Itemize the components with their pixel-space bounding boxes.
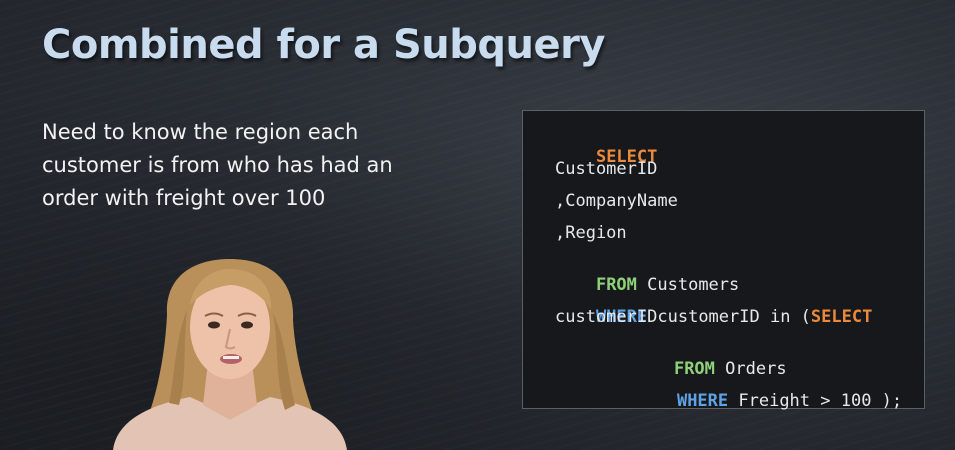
code-text: customerID in ( xyxy=(647,307,811,327)
sql-code-block: SELECT CustomerID ,CompanyName ,Region F… xyxy=(522,110,925,411)
slide-body-text: Need to know the region each customer is… xyxy=(42,120,393,210)
code-line-where-freight: WHERE Freight > 100 ); xyxy=(636,371,902,431)
code-line-companyname: ,CompanyName xyxy=(555,191,678,211)
code-line-customerid: CustomerID xyxy=(555,159,658,179)
keyword-select: SELECT xyxy=(810,307,873,327)
code-text: Freight > 100 ); xyxy=(728,391,903,411)
keyword-where: WHERE xyxy=(676,391,729,411)
presenter-video xyxy=(113,259,347,450)
code-line-region: ,Region xyxy=(555,223,627,243)
slide-title: Combined for a Subquery xyxy=(42,22,605,68)
code-line-sub-customerid: customerID xyxy=(555,307,658,327)
